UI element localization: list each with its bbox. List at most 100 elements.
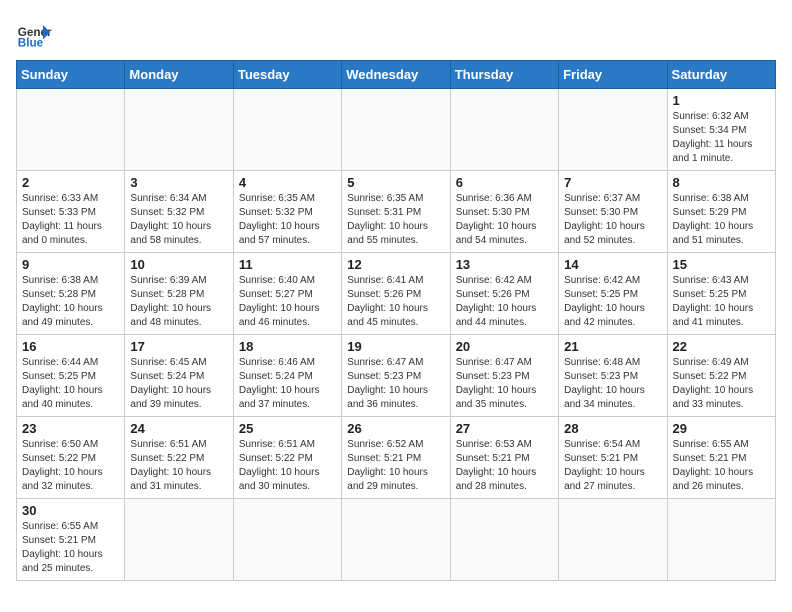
day-info: Sunrise: 6:47 AM Sunset: 5:23 PM Dayligh… [456,356,553,412]
calendar-cell: 28 Sunrise: 6:54 AM Sunset: 5:21 PM Dayli… [559,417,667,499]
calendar-week-row: 2 Sunrise: 6:33 AM Sunset: 5:33 PM Daylig… [17,171,776,253]
calendar-cell: 2 Sunrise: 6:33 AM Sunset: 5:33 PM Daylig… [17,171,125,253]
day-info: Sunrise: 6:45 AM Sunset: 5:24 PM Dayligh… [130,356,227,412]
day-info: Sunrise: 6:36 AM Sunset: 5:30 PM Dayligh… [456,192,553,248]
day-info: Sunrise: 6:52 AM Sunset: 5:21 PM Dayligh… [347,438,444,494]
logo: General Blue [16,16,52,52]
calendar-cell: 9 Sunrise: 6:38 AM Sunset: 5:28 PM Daylig… [17,253,125,335]
calendar-cell [559,89,667,171]
calendar-cell: 26 Sunrise: 6:52 AM Sunset: 5:21 PM Dayli… [342,417,450,499]
day-number: 18 [239,339,336,354]
calendar-cell [233,89,341,171]
calendar-cell: 15 Sunrise: 6:43 AM Sunset: 5:25 PM Dayli… [667,253,775,335]
day-info: Sunrise: 6:54 AM Sunset: 5:21 PM Dayligh… [564,438,661,494]
day-number: 8 [673,175,770,190]
calendar-cell: 23 Sunrise: 6:50 AM Sunset: 5:22 PM Dayli… [17,417,125,499]
day-number: 24 [130,421,227,436]
calendar-cell: 7Sunrise: 6:37 AM Sunset: 5:30 PM Daylig… [559,171,667,253]
day-number: 15 [673,257,770,272]
day-info: Sunrise: 6:55 AM Sunset: 5:21 PM Dayligh… [22,520,119,576]
day-info: Sunrise: 6:53 AM Sunset: 5:21 PM Dayligh… [456,438,553,494]
calendar-cell: 21 Sunrise: 6:48 AM Sunset: 5:23 PM Dayli… [559,335,667,417]
day-info: Sunrise: 6:49 AM Sunset: 5:22 PM Dayligh… [673,356,770,412]
day-info: Sunrise: 6:35 AM Sunset: 5:32 PM Dayligh… [239,192,336,248]
calendar-cell: 5Sunrise: 6:35 AM Sunset: 5:31 PM Daylig… [342,171,450,253]
calendar-cell [450,89,558,171]
day-info: Sunrise: 6:51 AM Sunset: 5:22 PM Dayligh… [239,438,336,494]
calendar-cell: 22Sunrise: 6:49 AM Sunset: 5:22 PM Dayli… [667,335,775,417]
weekday-header-friday: Friday [559,61,667,89]
calendar-cell: 30 Sunrise: 6:55 AM Sunset: 5:21 PM Dayli… [17,499,125,581]
calendar-cell: 18 Sunrise: 6:46 AM Sunset: 5:24 PM Dayli… [233,335,341,417]
day-number: 3 [130,175,227,190]
calendar-cell: 19Sunrise: 6:47 AM Sunset: 5:23 PM Dayli… [342,335,450,417]
calendar-cell: 14Sunrise: 6:42 AM Sunset: 5:25 PM Dayli… [559,253,667,335]
day-number: 25 [239,421,336,436]
weekday-header-sunday: Sunday [17,61,125,89]
day-number: 2 [22,175,119,190]
calendar-cell: 17Sunrise: 6:45 AM Sunset: 5:24 PM Dayli… [125,335,233,417]
day-number: 23 [22,421,119,436]
day-info: Sunrise: 6:46 AM Sunset: 5:24 PM Dayligh… [239,356,336,412]
day-number: 27 [456,421,553,436]
weekday-header-monday: Monday [125,61,233,89]
calendar-cell: 25 Sunrise: 6:51 AM Sunset: 5:22 PM Dayli… [233,417,341,499]
calendar-cell: 13Sunrise: 6:42 AM Sunset: 5:26 PM Dayli… [450,253,558,335]
day-info: Sunrise: 6:47 AM Sunset: 5:23 PM Dayligh… [347,356,444,412]
day-number: 10 [130,257,227,272]
day-number: 30 [22,503,119,518]
day-number: 21 [564,339,661,354]
day-number: 4 [239,175,336,190]
day-info: Sunrise: 6:39 AM Sunset: 5:28 PM Dayligh… [130,274,227,330]
day-info: Sunrise: 6:43 AM Sunset: 5:25 PM Dayligh… [673,274,770,330]
calendar-cell: 20Sunrise: 6:47 AM Sunset: 5:23 PM Dayli… [450,335,558,417]
calendar-cell [342,499,450,581]
svg-text:Blue: Blue [18,37,44,50]
calendar-cell: 3Sunrise: 6:34 AM Sunset: 5:32 PM Daylig… [125,171,233,253]
day-info: Sunrise: 6:40 AM Sunset: 5:27 PM Dayligh… [239,274,336,330]
day-number: 26 [347,421,444,436]
day-info: Sunrise: 6:48 AM Sunset: 5:23 PM Dayligh… [564,356,661,412]
calendar-cell: 27 Sunrise: 6:53 AM Sunset: 5:21 PM Dayli… [450,417,558,499]
day-info: Sunrise: 6:35 AM Sunset: 5:31 PM Dayligh… [347,192,444,248]
calendar-week-row: 16Sunrise: 6:44 AM Sunset: 5:25 PM Dayli… [17,335,776,417]
calendar-cell: 1 Sunrise: 6:32 AM Sunset: 5:34 PM Daylig… [667,89,775,171]
calendar-cell [125,89,233,171]
weekday-header-tuesday: Tuesday [233,61,341,89]
calendar-cell [450,499,558,581]
day-number: 6 [456,175,553,190]
day-info: Sunrise: 6:38 AM Sunset: 5:28 PM Dayligh… [22,274,119,330]
header: General Blue [16,16,776,52]
calendar-cell: 6 Sunrise: 6:36 AM Sunset: 5:30 PM Daylig… [450,171,558,253]
day-number: 28 [564,421,661,436]
day-info: Sunrise: 6:32 AM Sunset: 5:34 PM Dayligh… [673,110,770,166]
day-number: 7 [564,175,661,190]
calendar-cell: 29Sunrise: 6:55 AM Sunset: 5:21 PM Dayli… [667,417,775,499]
calendar-cell [667,499,775,581]
calendar-cell: 4 Sunrise: 6:35 AM Sunset: 5:32 PM Daylig… [233,171,341,253]
day-number: 29 [673,421,770,436]
day-info: Sunrise: 6:51 AM Sunset: 5:22 PM Dayligh… [130,438,227,494]
calendar-cell: 12Sunrise: 6:41 AM Sunset: 5:26 PM Dayli… [342,253,450,335]
day-number: 9 [22,257,119,272]
day-number: 1 [673,93,770,108]
calendar-cell [559,499,667,581]
day-info: Sunrise: 6:33 AM Sunset: 5:33 PM Dayligh… [22,192,119,248]
calendar-cell: 8 Sunrise: 6:38 AM Sunset: 5:29 PM Daylig… [667,171,775,253]
day-info: Sunrise: 6:42 AM Sunset: 5:26 PM Dayligh… [456,274,553,330]
day-info: Sunrise: 6:38 AM Sunset: 5:29 PM Dayligh… [673,192,770,248]
calendar-cell [17,89,125,171]
calendar-week-row: 9 Sunrise: 6:38 AM Sunset: 5:28 PM Daylig… [17,253,776,335]
calendar-cell [233,499,341,581]
day-number: 16 [22,339,119,354]
calendar-table: SundayMondayTuesdayWednesdayThursdayFrid… [16,60,776,581]
calendar-cell: 24 Sunrise: 6:51 AM Sunset: 5:22 PM Dayli… [125,417,233,499]
day-info: Sunrise: 6:50 AM Sunset: 5:22 PM Dayligh… [22,438,119,494]
day-number: 11 [239,257,336,272]
weekday-header-row: SundayMondayTuesdayWednesdayThursdayFrid… [17,61,776,89]
calendar-cell [342,89,450,171]
calendar-cell: 10 Sunrise: 6:39 AM Sunset: 5:28 PM Dayli… [125,253,233,335]
calendar-cell [125,499,233,581]
weekday-header-thursday: Thursday [450,61,558,89]
day-info: Sunrise: 6:41 AM Sunset: 5:26 PM Dayligh… [347,274,444,330]
